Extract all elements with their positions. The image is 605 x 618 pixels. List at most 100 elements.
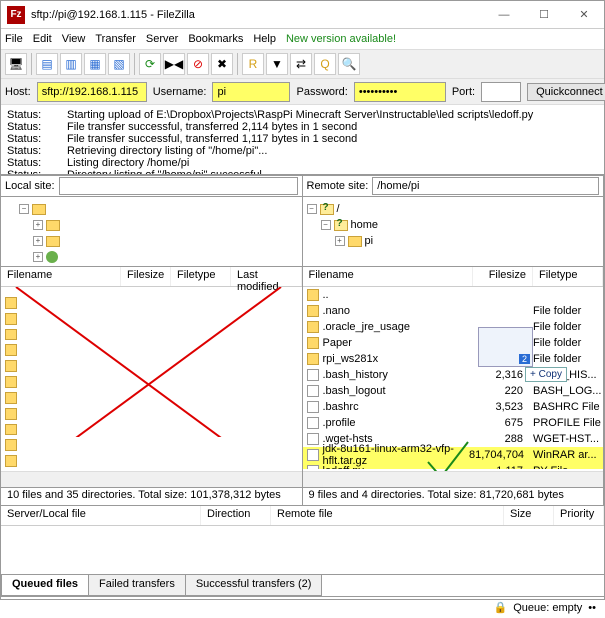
folder-icon — [307, 305, 319, 317]
folder-icon — [307, 337, 319, 349]
overlay-x-icon — [1, 287, 301, 437]
table-row[interactable]: .. — [303, 287, 604, 303]
title-bar: Fz sftp://pi@192.168.1.115 - FileZilla —… — [1, 1, 604, 29]
host-label: Host: — [5, 86, 31, 98]
status-bar: 🔒 Queue: empty •• — [1, 596, 604, 618]
remote-col-size[interactable]: Filesize — [473, 267, 533, 286]
file-icon — [307, 465, 319, 469]
close-button[interactable]: ✕ — [564, 1, 604, 29]
remote-tree[interactable]: −/ −home +pi — [303, 197, 604, 267]
file-icon — [307, 385, 319, 397]
local-col-type[interactable]: Filetype — [171, 267, 231, 286]
remote-scrollbar[interactable] — [303, 471, 604, 487]
quickconnect-bar: Host: Username: Password: Port: Quickcon… — [1, 79, 604, 105]
tab-queued[interactable]: Queued files — [1, 575, 89, 596]
toolbar: 🖥 ▤ ▥ ▦ ▧ ⟳ ▶◀ ⊘ ✖ R ▼ ⇄ Q 🔍 — [1, 49, 604, 79]
local-tree[interactable]: − + + + — [1, 197, 302, 267]
toggle-log-icon[interactable]: ▤ — [36, 53, 58, 75]
local-col-name[interactable]: Filename — [1, 267, 121, 286]
disconnect-icon[interactable]: ✖ — [211, 53, 233, 75]
local-file-list[interactable]: Filename Filesize Filetype Last modified — [1, 267, 302, 487]
queue-pane: Server/Local file Direction Remote file … — [1, 505, 604, 596]
refresh-icon[interactable]: ⟳ — [139, 53, 161, 75]
host-input[interactable] — [37, 82, 147, 102]
menu-edit[interactable]: Edit — [33, 33, 52, 45]
table-row[interactable]: .bash_logout220BASH_LOG... — [303, 383, 604, 399]
folder-icon — [307, 353, 319, 365]
local-summary: 10 files and 35 directories. Total size:… — [1, 487, 302, 505]
app-logo-icon: Fz — [7, 6, 25, 24]
status-indicator-icon: •• — [588, 602, 596, 614]
local-pane: Local site: − + + + Filename Filesize Fi… — [1, 175, 303, 505]
menu-new-version[interactable]: New version available! — [286, 33, 396, 45]
remote-file-list[interactable]: Filename Filesize Filetype ...nanoFile f… — [303, 267, 604, 487]
remote-summary: 9 files and 4 directories. Total size: 8… — [303, 487, 604, 505]
port-input[interactable] — [481, 82, 521, 102]
table-row[interactable]: .profile675PROFILE File — [303, 415, 604, 431]
process-queue-icon[interactable]: ▶◀ — [163, 53, 185, 75]
sync-browse-icon[interactable]: Q — [314, 53, 336, 75]
local-site-input[interactable] — [59, 177, 298, 195]
file-icon — [307, 401, 319, 413]
quickconnect-button[interactable]: Quickconnect — [527, 83, 605, 101]
copy-hint: + Copy — [525, 367, 567, 382]
table-row[interactable]: .nanoFile folder — [303, 303, 604, 319]
menu-bar: File Edit View Transfer Server Bookmarks… — [1, 29, 604, 49]
minimize-button[interactable]: — — [484, 1, 524, 29]
filter-icon[interactable]: ▼ — [266, 53, 288, 75]
table-row[interactable]: .bashrc3,523BASHRC File — [303, 399, 604, 415]
menu-bookmarks[interactable]: Bookmarks — [188, 33, 243, 45]
queue-status: Queue: empty — [513, 602, 582, 614]
table-row[interactable]: PaperFile folder — [303, 335, 604, 351]
queue-col-direction[interactable]: Direction — [201, 506, 271, 525]
remote-col-type[interactable]: Filetype — [533, 267, 603, 286]
file-icon — [307, 433, 319, 445]
username-input[interactable] — [212, 82, 290, 102]
menu-transfer[interactable]: Transfer — [95, 33, 136, 45]
tab-successful[interactable]: Successful transfers (2) — [185, 575, 323, 596]
maximize-button[interactable]: ☐ — [524, 1, 564, 29]
tab-failed[interactable]: Failed transfers — [88, 575, 186, 596]
folder-icon — [307, 321, 319, 333]
password-input[interactable] — [354, 82, 446, 102]
drag-preview: 2 — [478, 327, 533, 367]
reconnect-icon[interactable]: R — [242, 53, 264, 75]
window-title: sftp://pi@192.168.1.115 - FileZilla — [31, 9, 484, 21]
cancel-icon[interactable]: ⊘ — [187, 53, 209, 75]
menu-file[interactable]: File — [5, 33, 23, 45]
toggle-remote-icon[interactable]: ▦ — [84, 53, 106, 75]
queue-col-size[interactable]: Size — [504, 506, 554, 525]
queue-col-remote[interactable]: Remote file — [271, 506, 504, 525]
table-row[interactable]: .oracle_jre_usageFile folder — [303, 319, 604, 335]
table-row[interactable]: jdk-8u161-linux-arm32-vfp-hflt.tar.gz81,… — [303, 447, 604, 463]
remote-site-label: Remote site: — [307, 180, 369, 192]
menu-server[interactable]: Server — [146, 33, 178, 45]
status-log[interactable]: Status:Starting upload of E:\Dropbox\Pro… — [1, 105, 604, 175]
queue-col-priority[interactable]: Priority — [554, 506, 604, 525]
menu-view[interactable]: View — [62, 33, 86, 45]
local-site-label: Local site: — [5, 180, 55, 192]
remote-col-name[interactable]: Filename — [303, 267, 474, 286]
pass-label: Password: — [296, 86, 347, 98]
queue-body[interactable] — [1, 526, 604, 574]
folder-icon — [307, 289, 319, 301]
local-scrollbar[interactable] — [1, 471, 302, 487]
queue-col-local[interactable]: Server/Local file — [1, 506, 201, 525]
file-icon — [307, 369, 319, 381]
search-icon[interactable]: 🔍 — [338, 53, 360, 75]
remote-site-input[interactable] — [372, 177, 599, 195]
toggle-local-icon[interactable]: ▥ — [60, 53, 82, 75]
lock-icon[interactable]: 🔒 — [494, 601, 508, 614]
local-col-size[interactable]: Filesize — [121, 267, 171, 286]
toggle-queue-icon[interactable]: ▧ — [108, 53, 130, 75]
table-row[interactable]: rpi_ws281xFile folder — [303, 351, 604, 367]
file-icon — [307, 417, 319, 429]
compare-icon[interactable]: ⇄ — [290, 53, 312, 75]
local-col-modified[interactable]: Last modified — [231, 267, 302, 286]
sitemanager-icon[interactable]: 🖥 — [5, 53, 27, 75]
user-label: Username: — [153, 86, 207, 98]
port-label: Port: — [452, 86, 475, 98]
menu-help[interactable]: Help — [253, 33, 276, 45]
remote-pane: Remote site: −/ −home +pi Filename Files… — [303, 175, 605, 505]
file-icon — [307, 449, 319, 461]
